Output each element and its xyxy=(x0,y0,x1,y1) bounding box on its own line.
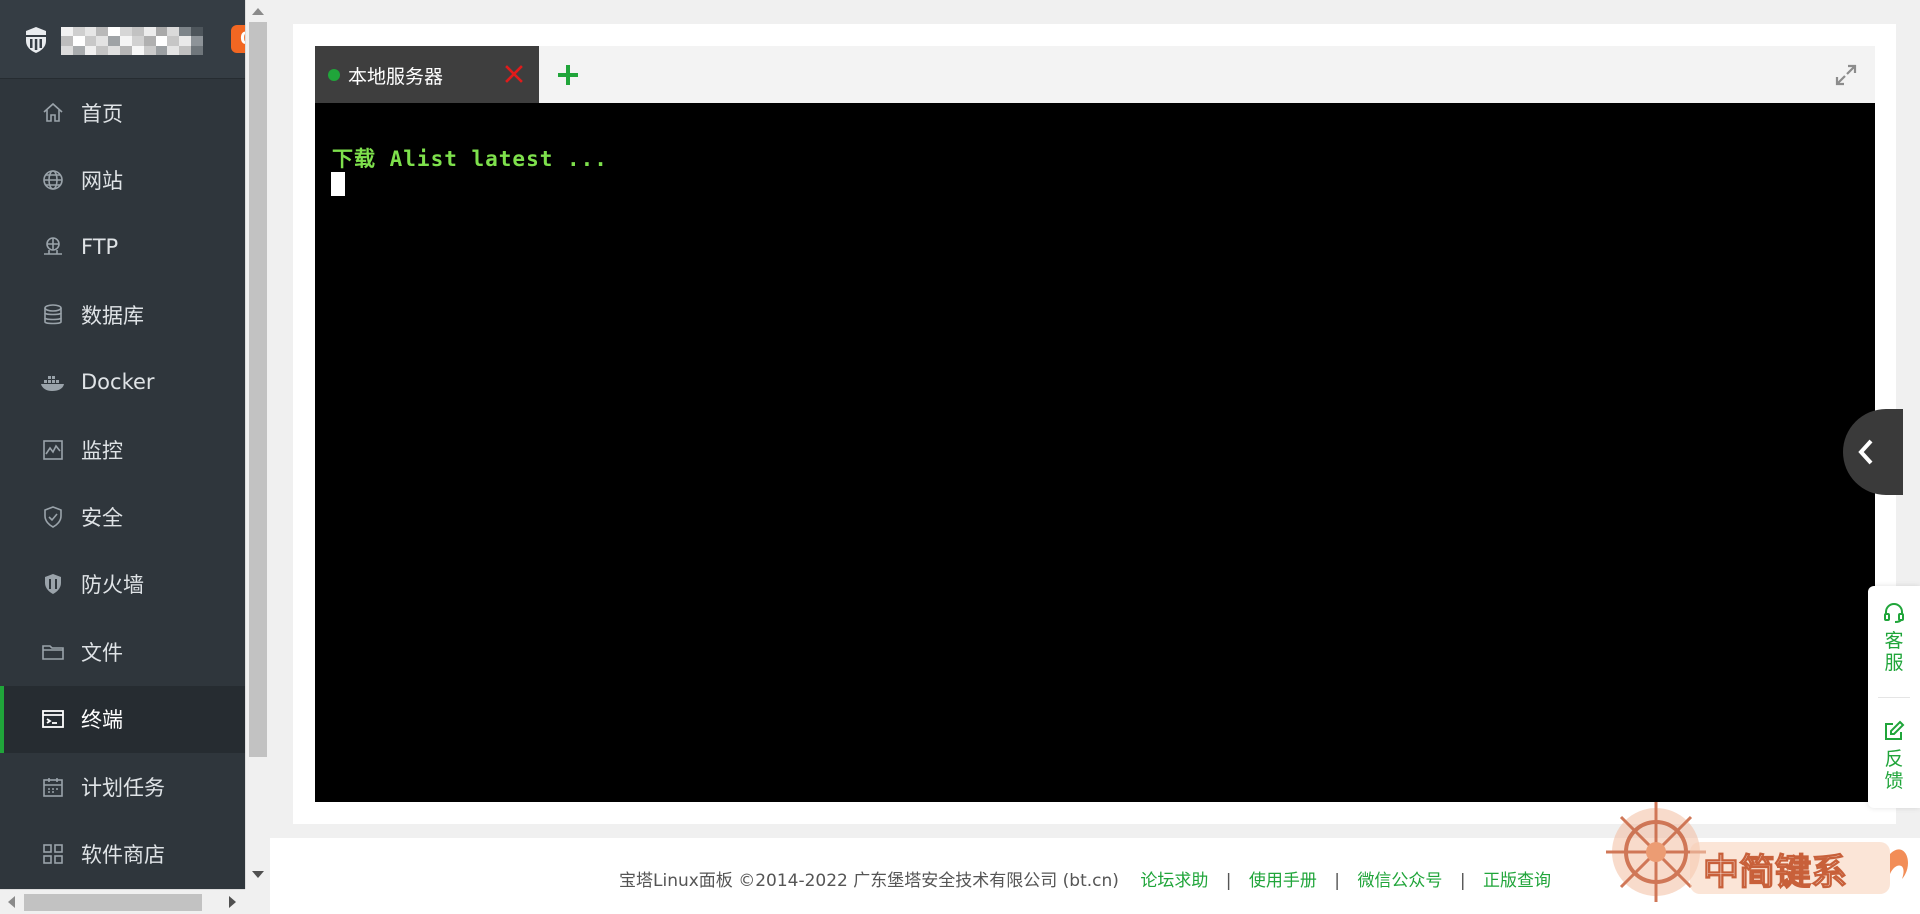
sidebar-menu: 首页 网站 FTP 数据库 Docker 监控 安全 防火墙 文件 终端 计划任… xyxy=(0,79,245,888)
forum-help-link[interactable]: 论坛求助 xyxy=(1140,871,1208,891)
terminal-tab-bar: 本地服务器 xyxy=(315,46,1875,103)
scroll-left-arrow-icon[interactable] xyxy=(8,896,15,908)
sidebar-item-app-store[interactable]: 软件商店 xyxy=(0,820,245,887)
notification-badge[interactable]: 0 xyxy=(231,25,245,53)
footer-separator: | xyxy=(1459,871,1466,891)
sidebar-item-label: 终端 xyxy=(81,708,123,733)
add-tab-plus-icon[interactable] xyxy=(555,62,581,88)
sidebar-item-label: 数据库 xyxy=(81,303,144,328)
wechat-account-link[interactable]: 微信公众号 xyxy=(1357,871,1442,891)
sidebar-item-database[interactable]: 数据库 xyxy=(0,281,245,348)
sidebar-item-firewall[interactable]: 防火墙 xyxy=(0,551,245,618)
footer-separator: | xyxy=(1334,871,1341,891)
server-name-blurred xyxy=(61,27,203,55)
sidebar-item-home[interactable]: 首页 xyxy=(0,79,245,146)
terminal-output-line: 下载 Alist latest ... xyxy=(332,147,608,171)
sidebar: 0 首页 网站 FTP 数据库 xyxy=(0,0,245,889)
database-icon xyxy=(40,302,66,328)
folder-icon xyxy=(40,639,66,665)
sidebar-item-label: 监控 xyxy=(81,438,123,463)
ftp-icon xyxy=(40,234,66,260)
footer: 宝塔Linux面板 ©2014-2022 广东堡塔安全技术有限公司 (bt.cn… xyxy=(270,838,1920,914)
sidebar-item-cron[interactable]: 计划任务 xyxy=(0,753,245,820)
sidebar-item-files[interactable]: 文件 xyxy=(0,618,245,685)
terminal-screen[interactable]: 下载 Alist latest ... xyxy=(315,103,1875,802)
monitor-icon xyxy=(40,437,66,463)
scrollbar-thumb[interactable] xyxy=(24,894,202,911)
home-icon xyxy=(40,100,66,126)
sidebar-item-label: Docker xyxy=(81,370,155,395)
scroll-up-arrow-icon[interactable] xyxy=(252,8,264,15)
sidebar-item-label: 网站 xyxy=(81,169,123,194)
footer-text: 宝塔Linux面板 ©2014-2022 广东堡塔安全技术有限公司 (bt.cn… xyxy=(619,866,1551,891)
sidebar-item-security[interactable]: 安全 xyxy=(0,483,245,550)
sidebar-item-label: 安全 xyxy=(81,506,123,531)
sidebar-horizontal-scrollbar[interactable] xyxy=(0,889,245,914)
close-icon[interactable] xyxy=(503,63,525,85)
divider xyxy=(1878,697,1910,698)
sidebar-item-docker[interactable]: Docker xyxy=(0,349,245,416)
customer-service-button[interactable]: 客服 xyxy=(1868,602,1920,674)
tab-label: 本地服务器 xyxy=(348,66,444,88)
globe-icon xyxy=(40,167,66,193)
scroll-down-arrow-icon[interactable] xyxy=(252,871,264,878)
connection-status-dot xyxy=(328,69,340,81)
headset-icon xyxy=(1884,603,1904,623)
sidebar-item-website[interactable]: 网站 xyxy=(0,146,245,213)
chevron-left-icon xyxy=(1858,439,1873,465)
bt-logo-icon[interactable] xyxy=(24,26,48,54)
sidebar-vertical-scrollbar[interactable] xyxy=(245,0,269,889)
grid-apps-icon xyxy=(40,841,66,867)
license-check-link[interactable]: 正版查询 xyxy=(1483,871,1551,891)
user-manual-link[interactable]: 使用手册 xyxy=(1249,871,1317,891)
sidebar-item-monitor[interactable]: 监控 xyxy=(0,416,245,483)
customer-service-label: 客服 xyxy=(1884,630,1904,674)
feedback-button[interactable]: 反馈 xyxy=(1868,720,1920,792)
sidebar-item-terminal[interactable]: 终端 xyxy=(0,685,245,754)
footer-separator: | xyxy=(1225,871,1232,891)
scrollbar-thumb[interactable] xyxy=(249,22,267,757)
floating-tools: 客服 反馈 xyxy=(1868,586,1920,808)
fullscreen-icon[interactable] xyxy=(1833,62,1859,88)
tab-local-server[interactable]: 本地服务器 xyxy=(315,46,539,103)
shield-check-icon xyxy=(40,504,66,530)
sidebar-item-label: 计划任务 xyxy=(81,775,165,800)
terminal-cursor xyxy=(331,172,345,196)
docker-icon xyxy=(40,369,66,395)
sidebar-item-label: FTP xyxy=(81,235,119,260)
firewall-icon xyxy=(40,571,66,597)
scroll-right-arrow-icon[interactable] xyxy=(229,896,236,908)
sidebar-item-label: 防火墙 xyxy=(81,573,144,598)
sidebar-item-label: 首页 xyxy=(81,101,123,126)
sidebar-item-ftp[interactable]: FTP xyxy=(0,214,245,281)
copyright-text: 宝塔Linux面板 ©2014-2022 广东堡塔安全技术有限公司 (bt.cn… xyxy=(619,871,1119,891)
calendar-icon xyxy=(40,774,66,800)
sidebar-header: 0 xyxy=(0,0,245,79)
terminal-icon xyxy=(40,706,66,732)
sidebar-item-label: 软件商店 xyxy=(81,842,165,867)
terminal-panel: 本地服务器 下载 Alist latest ... xyxy=(315,46,1875,802)
edit-icon xyxy=(1885,720,1905,740)
sidebar-item-label: 文件 xyxy=(81,640,123,665)
feedback-label: 反馈 xyxy=(1884,748,1904,792)
